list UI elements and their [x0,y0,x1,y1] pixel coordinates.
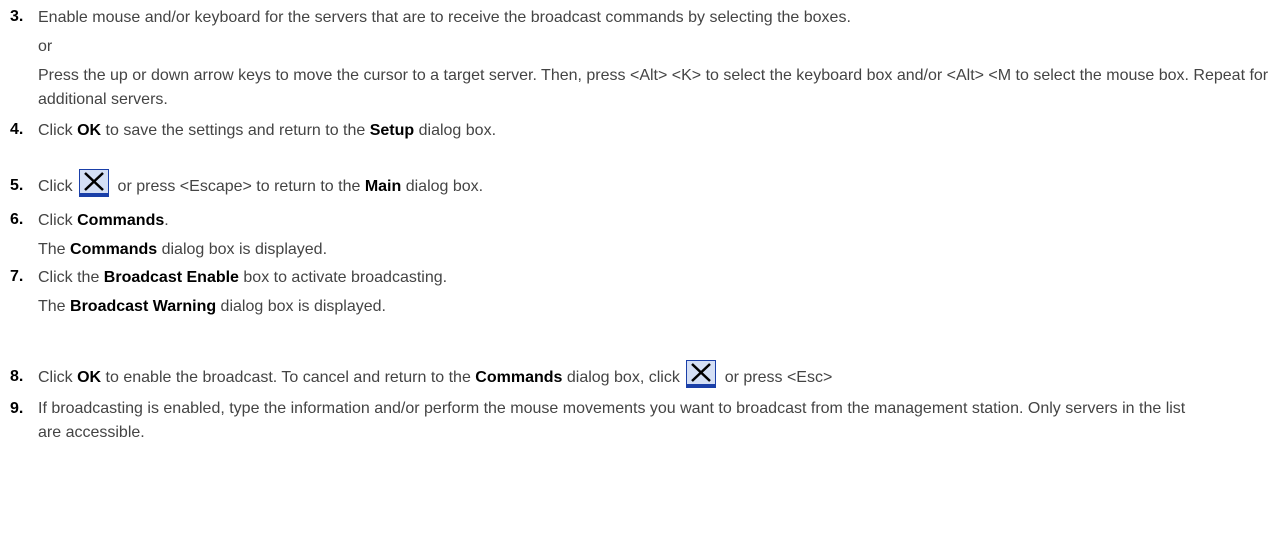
step-text: If broadcasting is enabled, type the inf… [38,400,1186,441]
step-text: Click the Broadcast Enable box to activa… [38,267,447,289]
text-run: The [38,241,71,258]
text-run: Click the [38,269,104,286]
text-run: dialog box. [414,122,497,139]
ok-label: OK [77,369,102,386]
text-run: . [164,212,169,229]
step-number: 5. [10,177,24,194]
close-x-icon [79,169,110,197]
text-run: Click [38,122,78,139]
step-text: Click or press <Escape> to return to the… [38,169,483,198]
step-result: The Broadcast Warning dialog box is disp… [38,296,386,318]
ok-label: OK [77,122,102,139]
text-run: dialog box is displayed. [157,241,328,258]
main-label: Main [364,178,402,195]
step-result: The Commands dialog box is displayed. [38,239,327,261]
step-text: Click OK to save the settings and return… [38,120,496,142]
text-run: dialog box, click [562,369,685,386]
setup-label: Setup [369,122,415,139]
step-text: Click OK to enable the broadcast. To can… [38,360,832,389]
text-run: to save the settings and return to the [101,122,370,139]
broadcast-enable-label: Broadcast Enable [103,269,239,286]
step-text: Enable mouse and/or keyboard for the ser… [38,9,851,26]
text-run: box to activate broadcasting. [238,269,448,286]
step-text: Click Commands. [38,210,169,232]
text-run: The [38,298,71,315]
step-number: 9. [10,400,24,417]
text-run: dialog box is displayed. [216,298,386,315]
close-x-icon [686,360,717,388]
commands-label: Commands [77,212,165,229]
step-alt-text: Press the up or down arrow keys to move … [38,67,1269,108]
commands-label: Commands [70,241,158,258]
commands-label: Commands [475,369,563,386]
text-run: or press <Escape> to return to the [113,178,365,195]
text-run: or press <Esc> [720,369,833,386]
text-run: to enable the broadcast. To cancel and r… [101,369,476,386]
text-run: Click [38,369,78,386]
step-number: 6. [10,211,24,228]
text-run: Click [38,178,78,195]
step-or: or [38,38,53,55]
text-run: Click [38,212,78,229]
text-run: dialog box. [401,178,484,195]
step-number: 8. [10,368,24,385]
step-number: 7. [10,268,24,285]
step-number: 4. [10,121,24,138]
broadcast-warning-label: Broadcast Warning [70,298,217,315]
step-number: 3. [10,8,24,25]
